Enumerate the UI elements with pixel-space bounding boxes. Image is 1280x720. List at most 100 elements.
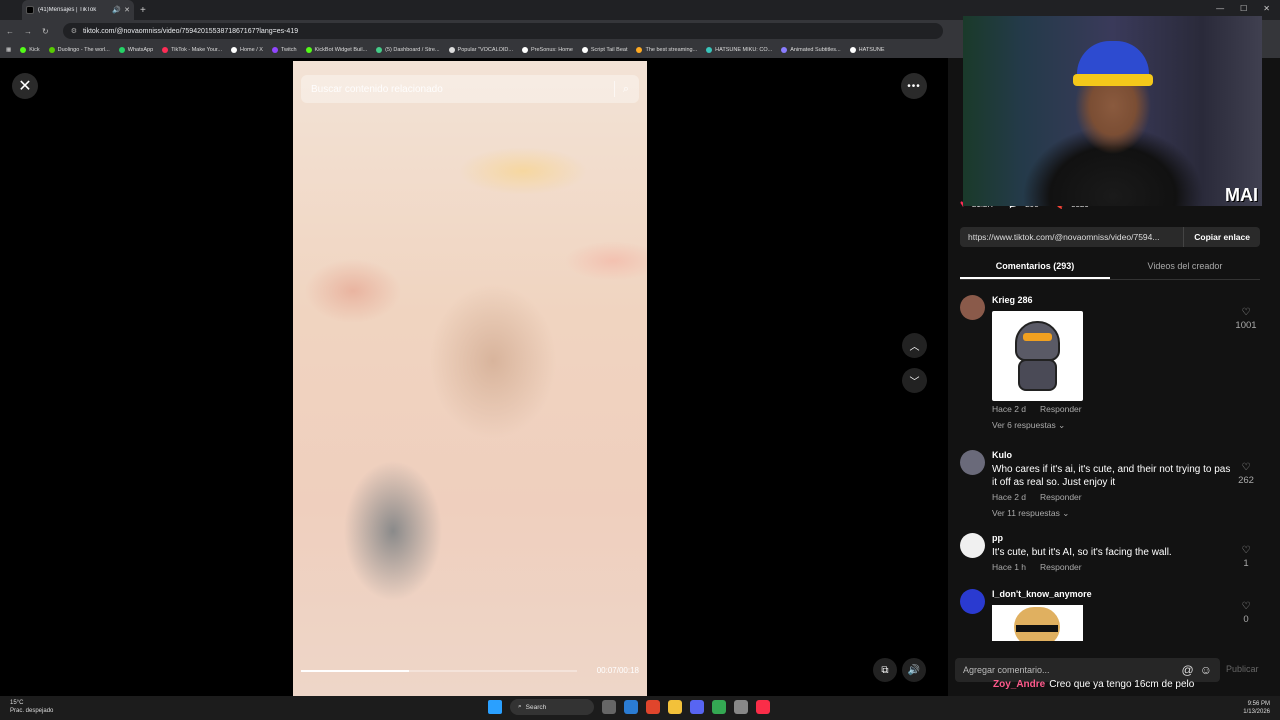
back-icon[interactable]: ← (6, 27, 14, 36)
bookmark-favicon-icon (48, 47, 55, 53)
video-progress-fill (301, 670, 409, 672)
tab-creator-videos[interactable]: Videos del creador (1110, 256, 1260, 279)
bookmark-item[interactable]: TikTok - Make Your... (162, 47, 222, 53)
comment-like-count: 1001 (1235, 320, 1257, 331)
bookmark-label: The best streaming... (645, 47, 698, 53)
bookmark-item[interactable]: Popular "VOCALOID... (448, 47, 513, 53)
task-view-icon[interactable] (602, 700, 616, 714)
comment-like[interactable]: ♡ 262 (1234, 460, 1258, 486)
bookmark-favicon-icon (376, 47, 383, 53)
comment-item: I_don't_know_anymore ♡ 0 (960, 589, 1260, 643)
bookmark-item[interactable]: Animated Subtitles... (781, 47, 841, 53)
taskbar-apps: ⌕ Search (488, 699, 770, 715)
next-video-button[interactable]: ﹀ (902, 368, 927, 393)
bookmark-item[interactable]: HATSUNE (849, 47, 885, 53)
bookmark-item[interactable]: (5) Dashboard / Stre... (376, 47, 440, 53)
screen: (41)Mensajes | TikTok 🔊 ✕ + — ☐ ✕ ← → ↻ … (0, 0, 1280, 720)
view-replies-button[interactable]: Ver 11 respuestas ⌄ (992, 508, 1232, 519)
bookmark-label: HATSUNE (858, 47, 885, 53)
apps-grid-icon[interactable]: ▦ (6, 47, 11, 53)
share-url[interactable]: https://www.tiktok.com/@novaomniss/video… (960, 227, 1184, 247)
bookmark-favicon-icon (522, 47, 528, 53)
comment-like[interactable]: ♡ 0 (1234, 599, 1258, 625)
bookmark-item[interactable]: Script Tail Beat (581, 47, 627, 53)
browser-tab[interactable]: (41)Mensajes | TikTok 🔊 ✕ (22, 0, 134, 20)
publish-button[interactable]: Publicar (1226, 664, 1259, 674)
mention-icon[interactable]: @ (1182, 663, 1194, 677)
bookmark-favicon-icon (781, 47, 788, 53)
bookmark-item[interactable]: PreSonus: Home (522, 47, 573, 53)
comment-item: Kulo Who cares if it's ai, it's cute, an… (960, 450, 1260, 520)
url-field[interactable]: ⚙ tiktok.com/@novaomniss/video/759420155… (62, 23, 943, 39)
comment-like[interactable]: ♡ 1001 (1234, 305, 1258, 331)
chevron-down-icon: ⌄ (1058, 420, 1066, 430)
maximize-icon[interactable]: ☐ (1240, 4, 1247, 13)
stream-chat-line: Zoy_Andre Creo que ya tengo 16cm de pelo (993, 679, 1194, 690)
bookmark-favicon-icon (636, 47, 643, 53)
clock-time: 9:56 PM (1247, 701, 1270, 707)
search-icon[interactable]: ⌕ (623, 83, 629, 96)
bookmark-item[interactable]: Kick (20, 47, 40, 53)
bookmark-item[interactable]: Home / X (231, 47, 263, 53)
forward-icon[interactable]: → (24, 27, 32, 36)
view-replies-button[interactable]: Ver 6 respuestas ⌄ (992, 420, 1232, 431)
reply-button[interactable]: Responder (1040, 404, 1082, 414)
miniplayer-button[interactable]: ⧉ (873, 658, 897, 682)
bookmark-favicon-icon (231, 47, 238, 53)
avatar[interactable] (960, 450, 985, 475)
window-controls: — ☐ ✕ (1216, 4, 1270, 13)
weather-temp: 15°C (10, 700, 24, 706)
tab-close-icon[interactable]: ✕ (124, 6, 130, 14)
avatar[interactable] (960, 589, 985, 614)
emoji-icon[interactable]: ☺ (1200, 663, 1212, 677)
previous-video-button[interactable]: ︿ (902, 333, 927, 358)
taskbar-search-label: Search (525, 703, 547, 711)
reply-button[interactable]: Responder (1040, 562, 1082, 572)
weather-widget[interactable]: 15°C Prac. despejado (10, 699, 53, 715)
file-explorer-icon[interactable] (668, 700, 682, 714)
tab-comments[interactable]: Comentarios (293) (960, 256, 1110, 279)
chrome-icon[interactable] (646, 700, 660, 714)
chevron-down-icon: ⌄ (1062, 508, 1070, 518)
windows-start-icon[interactable] (488, 700, 502, 714)
reply-button[interactable]: Responder (1040, 492, 1082, 502)
close-video-button[interactable]: ✕ (12, 73, 38, 99)
volume-button[interactable]: 🔊 (902, 658, 926, 682)
site-info-icon[interactable]: ⚙ (71, 27, 77, 35)
stream-logo: MAI (1225, 185, 1258, 205)
avatar[interactable] (960, 295, 985, 320)
comment-user[interactable]: Krieg 286 (992, 295, 1232, 305)
window-close-icon[interactable]: ✕ (1263, 4, 1270, 13)
url-text: tiktok.com/@novaomniss/video/75942015538… (82, 27, 299, 35)
comment-user[interactable]: Kulo (992, 450, 1232, 460)
bookmark-item[interactable]: The best streaming... (636, 47, 697, 53)
new-tab-icon[interactable]: + (140, 5, 146, 16)
comment-like[interactable]: ♡ 1 (1234, 543, 1258, 569)
edge-icon[interactable] (624, 700, 638, 714)
video-player[interactable]: Buscar contenido relacionado ⌕ 00:07/00:… (293, 61, 647, 696)
related-search-input[interactable]: Buscar contenido relacionado ⌕ (301, 75, 639, 103)
avatar[interactable] (960, 533, 985, 558)
comment-user[interactable]: I_don't_know_anymore (992, 589, 1232, 599)
discord-icon[interactable] (690, 700, 704, 714)
bookmark-item[interactable]: WhatsApp (118, 47, 153, 53)
music-app-icon[interactable] (756, 700, 770, 714)
comment-user[interactable]: pp (992, 533, 1232, 543)
reload-icon[interactable]: ↻ (42, 27, 49, 36)
bookmark-item[interactable]: HATSUNE MIKU: CO... (706, 47, 772, 53)
minimize-icon[interactable]: — (1216, 4, 1224, 13)
bookmark-item[interactable]: Twitch (271, 47, 297, 53)
browser-icon[interactable] (712, 700, 726, 714)
copy-link-button[interactable]: Copiar enlace (1183, 227, 1260, 247)
system-clock[interactable]: 9:56 PM 1/13/2026 (1243, 700, 1270, 716)
settings-icon[interactable] (734, 700, 748, 714)
more-options-button[interactable]: ••• (901, 73, 927, 99)
bookmark-item[interactable]: KickBot Widget Buil... (305, 47, 367, 53)
speaker-icon[interactable]: 🔊 (112, 6, 121, 14)
miniplayer-icon: ⧉ (881, 664, 889, 676)
video-progress-bar[interactable] (301, 670, 577, 672)
bookmark-item[interactable]: Duolingo - The worl... (48, 47, 110, 53)
bookmark-label: Popular "VOCALOID... (457, 47, 513, 53)
bookmark-favicon-icon (849, 47, 856, 53)
taskbar-search[interactable]: ⌕ Search (510, 699, 594, 715)
